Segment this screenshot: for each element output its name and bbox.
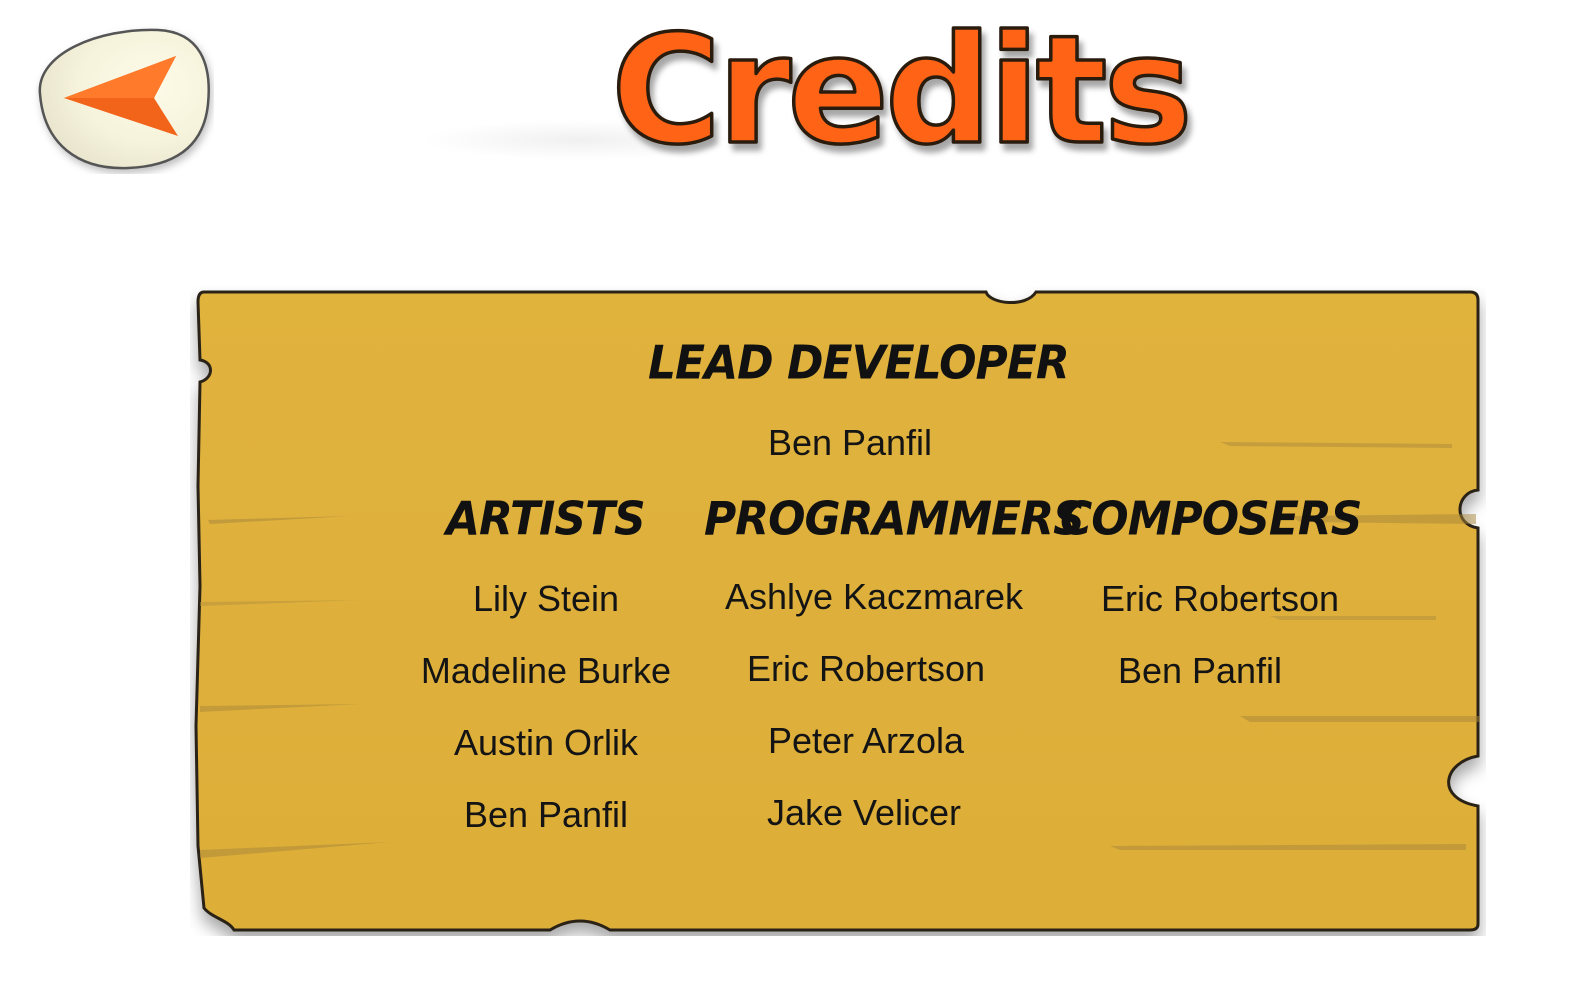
- artist-name: Austin Orlik: [453, 722, 639, 763]
- title-text: Credits: [611, 4, 1189, 174]
- artist-name: Madeline Burke: [420, 650, 672, 691]
- arrow-left-icon: [38, 28, 210, 170]
- programmer-name: Jake Velicer: [766, 792, 962, 833]
- composer-name: Ben Panfil: [1117, 650, 1283, 691]
- programmer-name: Peter Arzola: [767, 720, 965, 761]
- artists-heading: ARTISTS: [446, 492, 646, 547]
- lead-developer-heading: LEAD DEVELOPER: [648, 336, 1070, 391]
- programmer-name: Eric Robertson: [746, 648, 986, 689]
- programmers-heading: PROGRAMMERS: [704, 492, 1085, 547]
- lead-developer-name: Ben Panfil: [767, 422, 933, 463]
- composers-heading: COMPOSERS: [1060, 492, 1362, 547]
- artist-name: Ben Panfil: [463, 794, 629, 835]
- composer-name: Eric Robertson: [1100, 578, 1340, 619]
- programmer-name: Ashlye Kaczmarek: [724, 576, 1024, 617]
- page-title: Credits: [560, 4, 1240, 174]
- artist-name: Lily Stein: [472, 578, 620, 619]
- credits-board: LEAD DEVELOPER Ben Panfil ARTISTS PROGRA…: [190, 286, 1486, 936]
- back-button[interactable]: [28, 24, 214, 174]
